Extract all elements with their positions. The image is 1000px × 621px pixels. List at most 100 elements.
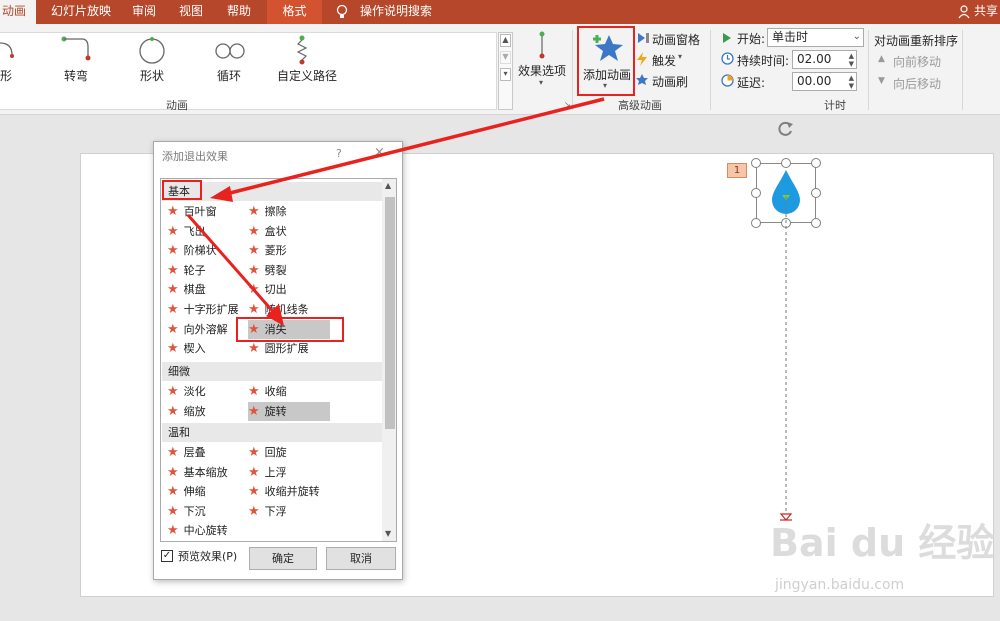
effect-item[interactable]: ★ 上浮 bbox=[248, 463, 330, 482]
effect-item[interactable]: ★ 缩放 bbox=[167, 402, 245, 421]
scroll-down-icon[interactable]: ▼ bbox=[385, 529, 391, 538]
gallery-item-partial[interactable]: 形 bbox=[0, 67, 12, 84]
effect-item[interactable]: ★ 淡化 bbox=[167, 382, 245, 401]
start-label: 开始: bbox=[737, 32, 766, 46]
effect-star-icon: ★ bbox=[248, 484, 260, 500]
effect-item[interactable]: ★ 轮子 bbox=[167, 261, 245, 280]
animation-order-badge[interactable]: 1 bbox=[727, 163, 747, 178]
spin-down-icon[interactable]: ▼ bbox=[849, 61, 854, 68]
effect-label: 旋转 bbox=[264, 404, 287, 418]
tell-me-search[interactable]: 操作说明搜索 bbox=[360, 0, 432, 24]
effect-label: 棋盘 bbox=[183, 283, 206, 297]
effect-item[interactable]: ★ 中心旋转 bbox=[167, 521, 245, 540]
separator bbox=[710, 30, 711, 110]
effect-star-icon: ★ bbox=[248, 223, 260, 239]
effect-item[interactable]: ★ 擦除 bbox=[248, 202, 330, 221]
animation-pane-button[interactable]: 动画窗格 bbox=[652, 31, 700, 48]
gallery-scroll-up[interactable]: ▲ bbox=[500, 34, 511, 47]
gallery-item-turn[interactable]: 转弯 bbox=[64, 67, 88, 84]
tab-format[interactable]: 格式 bbox=[267, 0, 322, 24]
group-timing-label: 计时 bbox=[824, 99, 846, 112]
effect-label: 基本缩放 bbox=[183, 465, 228, 479]
effect-item[interactable]: ★ 劈裂 bbox=[248, 261, 330, 280]
effect-label: 菱形 bbox=[264, 244, 287, 258]
tab-view[interactable]: 视图 bbox=[179, 0, 203, 24]
spin-up-icon[interactable]: ▲ bbox=[849, 75, 854, 82]
gallery-item-loop[interactable]: 循环 bbox=[217, 67, 241, 84]
gallery-scroll-down[interactable]: ▼ bbox=[500, 51, 511, 64]
cancel-button[interactable]: 取消 bbox=[326, 547, 396, 570]
effect-star-icon: ★ bbox=[248, 302, 260, 317]
resize-handle[interactable] bbox=[751, 158, 761, 168]
trigger-lightning-icon bbox=[637, 52, 647, 66]
resize-handle[interactable] bbox=[811, 188, 821, 198]
resize-handle[interactable] bbox=[811, 158, 821, 168]
effect-options-button[interactable]: 效果选项 ▾ bbox=[518, 30, 568, 92]
dialog-title: 添加退出效果 bbox=[162, 150, 228, 163]
effect-item[interactable]: ★ 下沉 bbox=[167, 502, 245, 521]
move-later-button[interactable]: 向后移动 bbox=[893, 75, 941, 92]
close-button[interactable]: × bbox=[374, 145, 385, 160]
baidu-watermark-logo: Bai du 经验 bbox=[770, 521, 995, 565]
animation-painter-button[interactable]: 动画刷 bbox=[652, 73, 688, 90]
rotate-handle-icon[interactable] bbox=[777, 120, 795, 138]
delay-input[interactable]: 00.00 ▲ ▼ bbox=[792, 72, 857, 91]
effect-item[interactable]: ★ 盒状 bbox=[248, 222, 330, 241]
gallery-more[interactable]: ▾ bbox=[500, 68, 511, 81]
resize-handle[interactable] bbox=[781, 158, 791, 168]
effect-item[interactable]: ★ 棋盘 bbox=[167, 280, 245, 299]
effect-item[interactable]: ★ 楔入 bbox=[167, 339, 245, 358]
effect-list[interactable]: 基本 ★ 百叶窗 ★ 擦除 ★ 飞出 ★ 盒状 ★ 阶梯状 ★ 菱形 ★ 轮子 ★ 劈裂 ★ 棋盘 ★ 切出 ★ 十字形扩… bbox=[160, 178, 397, 542]
effect-item[interactable]: ★ 菱形 bbox=[248, 241, 330, 260]
preview-checkbox[interactable]: ✓ bbox=[161, 550, 173, 562]
resize-handle[interactable] bbox=[751, 188, 761, 198]
arc-path-icon bbox=[0, 42, 14, 58]
effect-item[interactable]: ★ 收缩 bbox=[248, 382, 330, 401]
resize-handle[interactable] bbox=[811, 218, 821, 228]
add-animation-button[interactable]: 添加动画 ▾ bbox=[577, 26, 635, 96]
gallery-item-custom-path[interactable]: 自定义路径 bbox=[277, 67, 337, 84]
ribbon: 形 转弯 形状 循环 自定义路径 ▲ ▼ ▾ 动画 效果选项 ▾ ↘ 添加动画 … bbox=[0, 24, 1000, 115]
ok-button[interactable]: 确定 bbox=[249, 547, 317, 570]
spin-up-icon[interactable]: ▲ bbox=[849, 53, 854, 60]
effect-item[interactable]: ★ 圆形扩展 bbox=[248, 339, 330, 358]
effect-item[interactable]: ★ 回旋 bbox=[248, 443, 330, 462]
motion-path-line[interactable] bbox=[776, 196, 796, 526]
effect-star-icon: ★ bbox=[248, 503, 260, 519]
delay-label: 延迟: bbox=[737, 76, 766, 90]
dialog-launcher-icon[interactable]: ↘ bbox=[564, 100, 571, 109]
scrollbar-thumb[interactable] bbox=[385, 197, 395, 429]
effect-star-icon: ★ bbox=[167, 321, 179, 337]
scroll-up-icon[interactable]: ▲ bbox=[385, 181, 391, 190]
tab-help[interactable]: 帮助 bbox=[227, 0, 251, 24]
gallery-item-shape[interactable]: 形状 bbox=[140, 67, 164, 84]
resize-handle[interactable] bbox=[751, 218, 761, 228]
effect-item[interactable]: ★ 十字形扩展 bbox=[167, 300, 245, 319]
tab-slideshow[interactable]: 幻灯片放映 bbox=[51, 0, 111, 24]
separator bbox=[962, 30, 963, 110]
effect-item[interactable]: ★ 百叶窗 bbox=[167, 202, 245, 221]
effect-item[interactable]: ★ 阶梯状 bbox=[167, 241, 245, 260]
effect-item[interactable]: ★ 旋转 bbox=[248, 401, 330, 421]
spin-down-icon[interactable]: ▼ bbox=[849, 83, 854, 90]
tab-review[interactable]: 审阅 bbox=[132, 0, 156, 24]
trigger-button[interactable]: 触发 bbox=[652, 52, 676, 69]
effect-item[interactable]: ★ 基本缩放 bbox=[167, 463, 245, 482]
effect-item[interactable]: ★ 向外溶解 bbox=[167, 320, 245, 339]
effect-list-scrollbar[interactable]: ▲ ▼ bbox=[382, 179, 396, 541]
effect-item[interactable]: ★ 伸缩 bbox=[167, 482, 245, 501]
effect-item[interactable]: ★ 切出 bbox=[248, 280, 330, 299]
clock-icon bbox=[721, 52, 734, 65]
tab-animation[interactable]: 动画 bbox=[0, 0, 36, 24]
effect-item[interactable]: ★ 下浮 bbox=[248, 502, 330, 521]
share-button[interactable]: 共享 bbox=[974, 0, 998, 24]
effect-item[interactable]: ★ 收缩并旋转 bbox=[248, 482, 330, 501]
duration-input[interactable]: 02.00 ▲ ▼ bbox=[792, 50, 857, 69]
move-earlier-button[interactable]: 向前移动 bbox=[893, 53, 941, 70]
help-button[interactable]: ? bbox=[336, 147, 342, 160]
effect-item[interactable]: ★ 飞出 bbox=[167, 222, 245, 241]
start-select[interactable]: 单击时 ⌄ bbox=[767, 28, 864, 47]
chevron-down-icon: ⌄ bbox=[852, 31, 861, 42]
effect-item[interactable]: ★ 层叠 bbox=[167, 443, 245, 462]
circle-path-icon bbox=[139, 37, 165, 64]
